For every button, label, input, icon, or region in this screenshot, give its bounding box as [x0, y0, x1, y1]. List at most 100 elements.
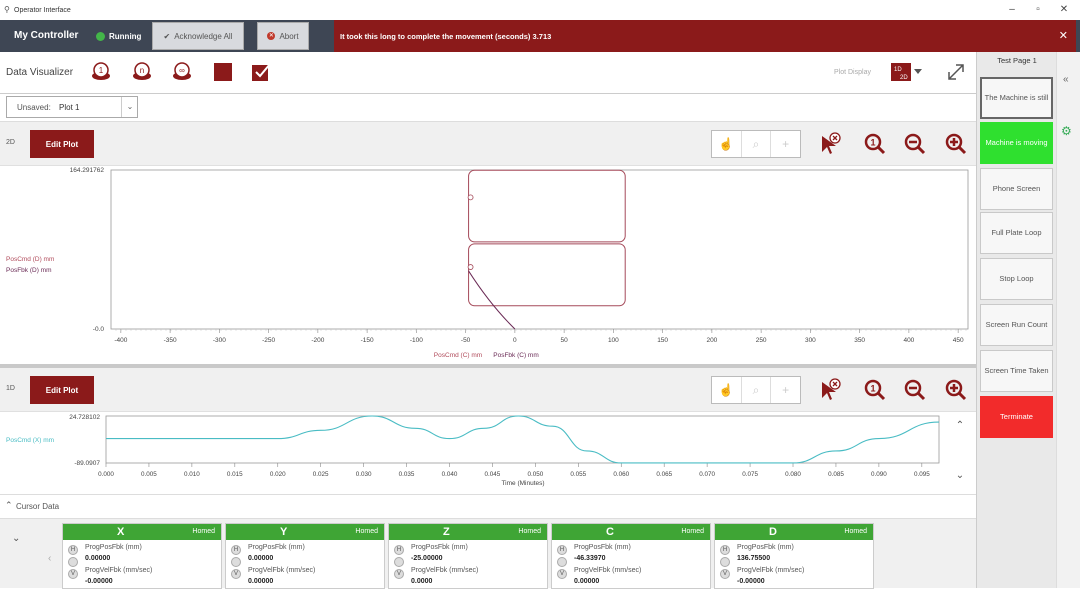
- expand-icon[interactable]: [946, 62, 966, 82]
- plot-1d-tick-label: 0.075: [742, 471, 758, 478]
- scroll-down-icon[interactable]: ⌄: [956, 470, 964, 481]
- home-indicator-icon: H: [557, 545, 567, 555]
- plot-1d-tick-label: 0.050: [527, 471, 543, 478]
- scroll-up-icon[interactable]: ⌃: [956, 420, 964, 431]
- pos-label: ProgPosFbk (mm): [737, 544, 794, 551]
- plot-1d-tick-label: 0.040: [442, 471, 458, 478]
- plot-1d-header: 1D Edit Plot ☝ ⌕ + 1: [0, 368, 976, 412]
- plot-2d-chart[interactable]: 164.291762 -0.0 PosCmd (D) mm PosFbk (D)…: [0, 166, 976, 366]
- plot-1d-tick-label: 0.080: [785, 471, 801, 478]
- window-title: Operator Interface: [14, 7, 71, 14]
- acknowledge-all-button[interactable]: ✔ Acknowledge All: [152, 22, 244, 50]
- 1d-2d-icon[interactable]: 1D 2D: [890, 62, 924, 82]
- axis-card-y[interactable]: Y Homed H V ProgPosFbk (mm) 0.00000 ProgVelFbk…: [225, 523, 385, 589]
- abort-label: Abort: [279, 31, 299, 41]
- plot-1d-xlabel: Time (Minutes): [501, 480, 544, 487]
- user-settings-icon[interactable]: ⚙: [1061, 124, 1072, 138]
- dismiss-message-icon[interactable]: ✕: [1059, 29, 1068, 42]
- collapse-up-icon[interactable]: ⌃: [5, 500, 13, 511]
- zoom-in-icon[interactable]: [944, 132, 968, 156]
- stop-icon[interactable]: [213, 62, 233, 82]
- panel-button-screen-time-taken[interactable]: Screen Time Taken: [980, 350, 1053, 392]
- panel-button-the-machine-is-still[interactable]: The Machine is still: [980, 77, 1053, 119]
- checklist-icon[interactable]: [251, 62, 271, 82]
- pos-value: 0.00000: [85, 555, 111, 562]
- running-status-label: Running: [109, 32, 142, 41]
- edit-plot-1d-button[interactable]: Edit Plot: [30, 376, 94, 404]
- plot-2d-tick-label: -250: [262, 337, 275, 344]
- plot-2d-type-label: 2D: [6, 139, 15, 146]
- minimize-icon[interactable]: –: [1002, 4, 1022, 15]
- crosshair-icon[interactable]: +: [771, 377, 800, 403]
- magnify-icon[interactable]: ⌕: [742, 131, 772, 157]
- chevron-down-icon: ⌄: [121, 97, 138, 117]
- select-cursor-icon[interactable]: ☝: [712, 377, 742, 403]
- zoom-one-icon[interactable]: 1: [863, 378, 887, 402]
- plot-2d-xlabel-cmd: PosCmd (C) mm: [434, 352, 482, 359]
- svg-text:1: 1: [870, 384, 875, 394]
- collapse-panel-icon[interactable]: «: [1063, 74, 1069, 85]
- plot-2d-tick-label: -150: [361, 337, 374, 344]
- plot-2d-tick-label: 350: [854, 337, 865, 344]
- svg-text:1D: 1D: [894, 67, 902, 73]
- run-continuous-icon[interactable]: ∞: [172, 62, 192, 82]
- run-n-icon[interactable]: n: [132, 62, 152, 82]
- magnify-icon[interactable]: ⌕: [742, 377, 772, 403]
- panel-button-terminate[interactable]: Terminate: [980, 396, 1053, 438]
- cursor-data-bar[interactable]: ⌃ Cursor Data: [0, 494, 976, 518]
- axis-name: C: [606, 526, 614, 538]
- plot-2d-legend-fbk: PosFbk (D) mm: [6, 267, 52, 274]
- clear-selection-icon[interactable]: [818, 132, 842, 156]
- plot-1d-ymin: -89.0907: [74, 460, 100, 467]
- app-icon: ⚲: [4, 5, 10, 14]
- edit-plot-2d-button[interactable]: Edit Plot: [30, 130, 94, 158]
- panel-button-full-plate-loop[interactable]: Full Plate Loop: [980, 212, 1053, 254]
- plot-1d-tick-label: 0.035: [399, 471, 415, 478]
- plot-2d-pane: 2D Edit Plot ☝ ⌕ + 1 164.291762 -0.0 Pos…: [0, 122, 976, 366]
- axis-card-c[interactable]: C Homed H V ProgPosFbk (mm) -46.33970 ProgVelF…: [551, 523, 711, 589]
- axis-card-z[interactable]: Z Homed H V ProgPosFbk (mm) -25.00000 ProgVelF…: [388, 523, 548, 589]
- pos-value: -46.33970: [574, 555, 606, 562]
- pos-label: ProgPosFbk (mm): [574, 544, 631, 551]
- panel-button-machine-is-moving[interactable]: Machine is moving: [980, 122, 1053, 164]
- run-once-icon[interactable]: 1: [91, 62, 111, 82]
- abort-button[interactable]: ✕ Abort: [257, 22, 309, 50]
- scroll-left-icon[interactable]: ‹: [48, 553, 51, 564]
- plot-select[interactable]: Unsaved: Plot 1 ⌄: [6, 96, 138, 118]
- axis-homed-status: Homed: [681, 528, 704, 535]
- zoom-out-icon[interactable]: [903, 132, 927, 156]
- plot-2d-tick-label: -50: [461, 337, 471, 344]
- crosshair-icon[interactable]: +: [771, 131, 800, 157]
- velocity-indicator-icon: V: [68, 569, 78, 579]
- svg-text:1: 1: [99, 66, 104, 75]
- plot-2d-toolset: ☝ ⌕ +: [711, 130, 801, 158]
- status-indicator-icon: [231, 557, 241, 567]
- controller-name[interactable]: My Controller: [14, 30, 78, 41]
- panel-button-screen-run-count[interactable]: Screen Run Count: [980, 304, 1053, 346]
- axis-card-x[interactable]: X Homed H V ProgPosFbk (mm) 0.00000 ProgVelFbk…: [62, 523, 222, 589]
- close-icon[interactable]: ✕: [1054, 4, 1074, 15]
- plot-1d-tick-label: 0.030: [356, 471, 372, 478]
- velocity-indicator-icon: V: [394, 569, 404, 579]
- select-cursor-icon[interactable]: ☝: [712, 131, 742, 157]
- check-icon: ✔: [163, 31, 171, 41]
- plot-2d-legend-cmd: PosCmd (D) mm: [6, 256, 54, 263]
- plot-1d-tick-label: 0.060: [613, 471, 629, 478]
- plot-2d-ymax: 164.291762: [70, 167, 105, 174]
- clear-selection-icon[interactable]: [818, 378, 842, 402]
- collapse-down-icon[interactable]: ⌄: [12, 533, 20, 544]
- home-indicator-icon: H: [394, 545, 404, 555]
- zoom-in-icon[interactable]: [944, 378, 968, 402]
- panel-button-stop-loop[interactable]: Stop Loop: [980, 258, 1053, 300]
- velocity-indicator-icon: V: [231, 569, 241, 579]
- maximize-icon[interactable]: ▫: [1028, 4, 1048, 15]
- zoom-out-icon[interactable]: [903, 378, 927, 402]
- zoom-one-icon[interactable]: 1: [863, 132, 887, 156]
- panel-button-phone-screen[interactable]: Phone Screen: [980, 168, 1053, 210]
- plot-1d-chart[interactable]: 24.728102 -89.0907 PosCmd (X) mm 0.000 0.…: [0, 412, 976, 494]
- message-bar: It took this long to complete the moveme…: [334, 20, 1076, 52]
- plot-1d-tick-label: 0.085: [828, 471, 844, 478]
- data-visualizer-toolbar: Data Visualizer 1 n ∞ Plot Display 1D 2D: [0, 52, 976, 94]
- plot-2d-point: [467, 264, 474, 270]
- axis-card-d[interactable]: D Homed H V ProgPosFbk (mm) 136.75500 ProgVelF…: [714, 523, 874, 589]
